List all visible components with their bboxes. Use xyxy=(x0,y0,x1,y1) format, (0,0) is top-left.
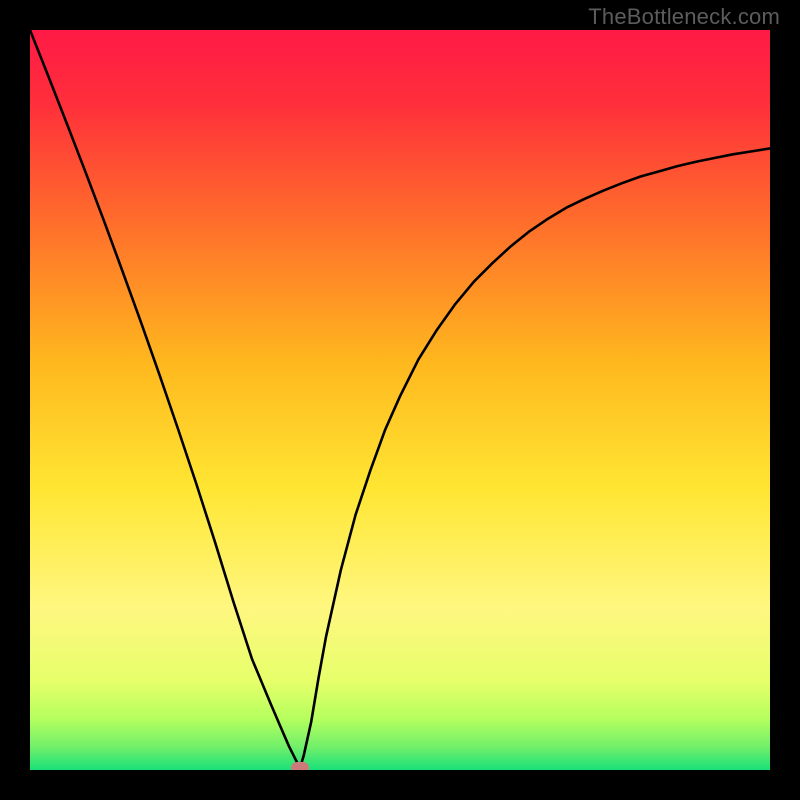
bottleneck-curve xyxy=(30,30,770,770)
watermark-text: TheBottleneck.com xyxy=(588,4,780,30)
plot-area xyxy=(30,30,770,770)
chart-frame: TheBottleneck.com xyxy=(0,0,800,800)
optimum-marker xyxy=(291,762,309,770)
